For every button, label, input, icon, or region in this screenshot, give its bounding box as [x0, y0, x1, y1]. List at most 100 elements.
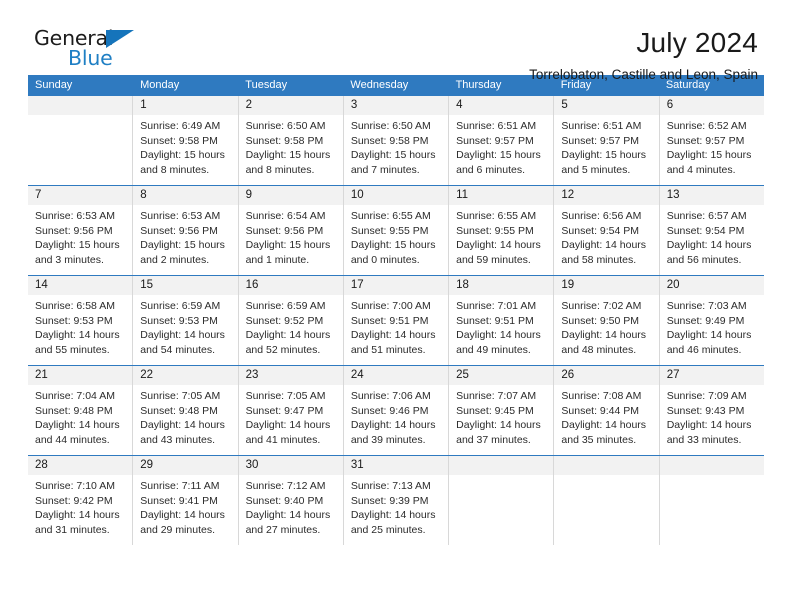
day-cell-10[interactable]: 10 Sunrise: 6:55 AM Sunset: 9:55 PM Dayligh…: [342, 186, 449, 275]
day-cell-1[interactable]: 1 Sunrise: 6:49 AM Sunset: 9:58 PM Daylight…: [132, 96, 238, 185]
day-detail-line: Daylight: 14 hours: [350, 419, 436, 432]
day-cell-26[interactable]: 26 Sunrise: 7:08 AM Sunset: 9:44 PM Dayligh…: [553, 366, 659, 455]
day-detail-line: Sunrise: 6:53 AM: [35, 210, 115, 222]
day-detail-line: Sunrise: 6:58 AM: [35, 300, 115, 312]
day-number: 30: [238, 456, 343, 475]
day-cell-27[interactable]: 27 Sunrise: 7:09 AM Sunset: 9:43 PM Dayligh…: [658, 366, 764, 455]
day-detail-line: Daylight: 15 hours: [140, 239, 225, 252]
logo-text-blue: Blue: [68, 46, 113, 70]
day-detail-line: Sunrise: 6:59 AM: [140, 300, 221, 312]
day-details: Sunrise: 7:05 AM Sunset: 9:47 PM Daylight:…: [239, 385, 343, 447]
day-cell-18[interactable]: 18 Sunrise: 7:01 AM Sunset: 9:51 PM Dayligh…: [448, 276, 554, 365]
day-cell-11[interactable]: 11 Sunrise: 6:55 AM Sunset: 9:55 PM Dayligh…: [448, 186, 554, 275]
day-detail-line: Daylight: 15 hours: [561, 149, 647, 162]
day-cell-17[interactable]: 17 Sunrise: 7:00 AM Sunset: 9:51 PM Dayligh…: [342, 276, 449, 365]
day-number: 1: [133, 96, 238, 115]
day-detail-line: and 48 minutes.: [561, 343, 637, 356]
weekday-header-tuesday: Tuesday: [245, 79, 288, 91]
day-details: [28, 115, 132, 119]
day-details: [554, 475, 658, 479]
day-cell-8[interactable]: 8 Sunrise: 6:53 AM Sunset: 9:56 PM Daylight…: [132, 186, 238, 275]
day-detail-line: Sunset: 9:57 PM: [666, 134, 745, 147]
day-cell-14[interactable]: 14 Sunrise: 6:58 AM Sunset: 9:53 PM Dayligh…: [28, 276, 133, 365]
day-detail-line: Sunrise: 6:51 AM: [561, 120, 642, 132]
day-detail-line: Sunrise: 7:00 AM: [350, 300, 431, 312]
day-number: 9: [238, 186, 343, 205]
day-number: 26: [554, 366, 659, 385]
day-detail-line: and 55 minutes.: [35, 343, 110, 356]
day-detail-line: Sunrise: 7:02 AM: [561, 300, 642, 312]
day-number: 14: [28, 276, 133, 295]
day-detail-line: Sunrise: 6:55 AM: [350, 210, 431, 222]
day-detail-line: and 1 minute.: [245, 253, 310, 266]
day-cell-5[interactable]: 5 Sunrise: 6:51 AM Sunset: 9:57 PM Daylight…: [553, 96, 659, 185]
day-cell-31[interactable]: 31 Sunrise: 7:13 AM Sunset: 9:39 PM Dayligh…: [342, 456, 449, 545]
day-detail-line: Sunrise: 7:11 AM: [140, 480, 220, 492]
day-number: 4: [449, 96, 554, 115]
day-cell-25[interactable]: 25 Sunrise: 7:07 AM Sunset: 9:45 PM Dayligh…: [448, 366, 554, 455]
day-details: [660, 475, 764, 479]
day-detail-line: and 46 minutes.: [666, 343, 742, 356]
day-details: Sunrise: 6:50 AM Sunset: 9:58 PM Daylight:…: [239, 115, 343, 177]
day-cell-15[interactable]: 15 Sunrise: 6:59 AM Sunset: 9:53 PM Dayligh…: [132, 276, 238, 365]
day-detail-line: Daylight: 14 hours: [666, 239, 752, 252]
week-row: 14 Sunrise: 6:58 AM Sunset: 9:53 PM Dayligh…: [28, 275, 764, 365]
day-detail-line: and 5 minutes.: [561, 163, 631, 176]
day-detail-line: and 3 minutes.: [35, 253, 104, 266]
day-cell-2[interactable]: 2 Sunrise: 6:50 AM Sunset: 9:58 PM Daylight…: [237, 96, 343, 185]
day-cell-3[interactable]: 3 Sunrise: 6:50 AM Sunset: 9:58 PM Daylight…: [342, 96, 449, 185]
day-details: Sunrise: 6:54 AM Sunset: 9:56 PM Daylight:…: [239, 205, 343, 267]
day-details: Sunrise: 7:07 AM Sunset: 9:45 PM Daylight:…: [449, 385, 553, 447]
week-row: 28 Sunrise: 7:10 AM Sunset: 9:42 PM Dayligh…: [28, 455, 764, 545]
day-detail-line: Sunrise: 6:55 AM: [456, 210, 537, 222]
day-detail-line: and 58 minutes.: [561, 253, 637, 266]
day-number: 16: [238, 276, 343, 295]
day-cell-28[interactable]: 28 Sunrise: 7:10 AM Sunset: 9:42 PM Dayligh…: [28, 456, 133, 545]
day-detail-line: Sunrise: 6:53 AM: [140, 210, 221, 222]
day-details: Sunrise: 7:13 AM Sunset: 9:39 PM Daylight:…: [344, 475, 448, 537]
sunrise-sunset-calendar: Sunday Monday Tuesday Wednesday Thursday Frid…: [28, 75, 764, 545]
weekday-header-row: Sunday Monday Tuesday Wednesday Thursday Frid…: [28, 75, 764, 96]
day-details: Sunrise: 7:06 AM Sunset: 9:46 PM Daylight:…: [344, 385, 448, 447]
week-row: 7 Sunrise: 6:53 AM Sunset: 9:56 PM Daylight…: [28, 185, 764, 275]
day-detail-line: Daylight: 14 hours: [245, 419, 331, 432]
day-detail-line: Sunset: 9:41 PM: [140, 494, 218, 507]
day-detail-line: Sunset: 9:50 PM: [561, 314, 640, 327]
day-cell-12[interactable]: 12 Sunrise: 6:56 AM Sunset: 9:54 PM Dayligh…: [553, 186, 659, 275]
day-detail-line: Sunset: 9:53 PM: [35, 314, 113, 327]
day-number: 7: [28, 186, 133, 205]
day-detail-line: Daylight: 14 hours: [666, 329, 752, 342]
day-cell-7[interactable]: 7 Sunrise: 6:53 AM Sunset: 9:56 PM Daylight…: [28, 186, 133, 275]
day-cell-30[interactable]: 30 Sunrise: 7:12 AM Sunset: 9:40 PM Dayligh…: [237, 456, 343, 545]
day-detail-line: Daylight: 14 hours: [456, 239, 541, 252]
day-cell-20[interactable]: 20 Sunrise: 7:03 AM Sunset: 9:49 PM Dayligh…: [658, 276, 764, 365]
day-cell-16[interactable]: 16 Sunrise: 6:59 AM Sunset: 9:52 PM Dayligh…: [237, 276, 343, 365]
day-detail-line: and 41 minutes.: [245, 433, 321, 446]
day-cell-4[interactable]: 4 Sunrise: 6:51 AM Sunset: 9:57 PM Daylight…: [448, 96, 554, 185]
day-details: Sunrise: 6:58 AM Sunset: 9:53 PM Daylight:…: [28, 295, 132, 357]
day-details: Sunrise: 6:49 AM Sunset: 9:58 PM Daylight:…: [133, 115, 237, 177]
day-detail-line: Sunset: 9:51 PM: [456, 314, 534, 327]
day-detail-line: and 39 minutes.: [350, 433, 426, 446]
day-cell-29[interactable]: 29 Sunrise: 7:11 AM Sunset: 9:41 PM Dayligh…: [132, 456, 238, 545]
day-cell-19[interactable]: 19 Sunrise: 7:02 AM Sunset: 9:50 PM Dayligh…: [553, 276, 659, 365]
day-detail-line: Daylight: 15 hours: [245, 239, 331, 252]
day-details: Sunrise: 6:52 AM Sunset: 9:57 PM Daylight:…: [660, 115, 764, 177]
day-cell-24[interactable]: 24 Sunrise: 7:06 AM Sunset: 9:46 PM Dayligh…: [342, 366, 449, 455]
day-detail-line: Sunset: 9:53 PM: [140, 314, 218, 327]
day-details: Sunrise: 6:55 AM Sunset: 9:55 PM Daylight:…: [449, 205, 553, 267]
day-detail-line: Sunrise: 7:07 AM: [456, 390, 537, 402]
day-detail-line: Sunset: 9:49 PM: [666, 314, 745, 327]
day-number: 28: [28, 456, 133, 475]
day-cell-6[interactable]: 6 Sunrise: 6:52 AM Sunset: 9:57 PM Daylight…: [658, 96, 764, 185]
day-cell-22[interactable]: 22 Sunrise: 7:05 AM Sunset: 9:48 PM Dayligh…: [132, 366, 238, 455]
day-details: Sunrise: 7:00 AM Sunset: 9:51 PM Daylight:…: [344, 295, 448, 357]
day-cell-13[interactable]: 13 Sunrise: 6:57 AM Sunset: 9:54 PM Dayligh…: [658, 186, 764, 275]
weekday-header-thursday: Thursday: [455, 79, 502, 91]
day-cell-21[interactable]: 21 Sunrise: 7:04 AM Sunset: 9:48 PM Dayligh…: [28, 366, 133, 455]
page-title: July 2024: [636, 27, 758, 58]
day-cell-23[interactable]: 23 Sunrise: 7:05 AM Sunset: 9:47 PM Dayligh…: [237, 366, 343, 455]
day-details: Sunrise: 7:11 AM Sunset: 9:41 PM Daylight:…: [133, 475, 237, 537]
day-cell-9[interactable]: 9 Sunrise: 6:54 AM Sunset: 9:56 PM Daylight…: [237, 186, 343, 275]
day-detail-line: Sunrise: 7:05 AM: [245, 390, 326, 402]
